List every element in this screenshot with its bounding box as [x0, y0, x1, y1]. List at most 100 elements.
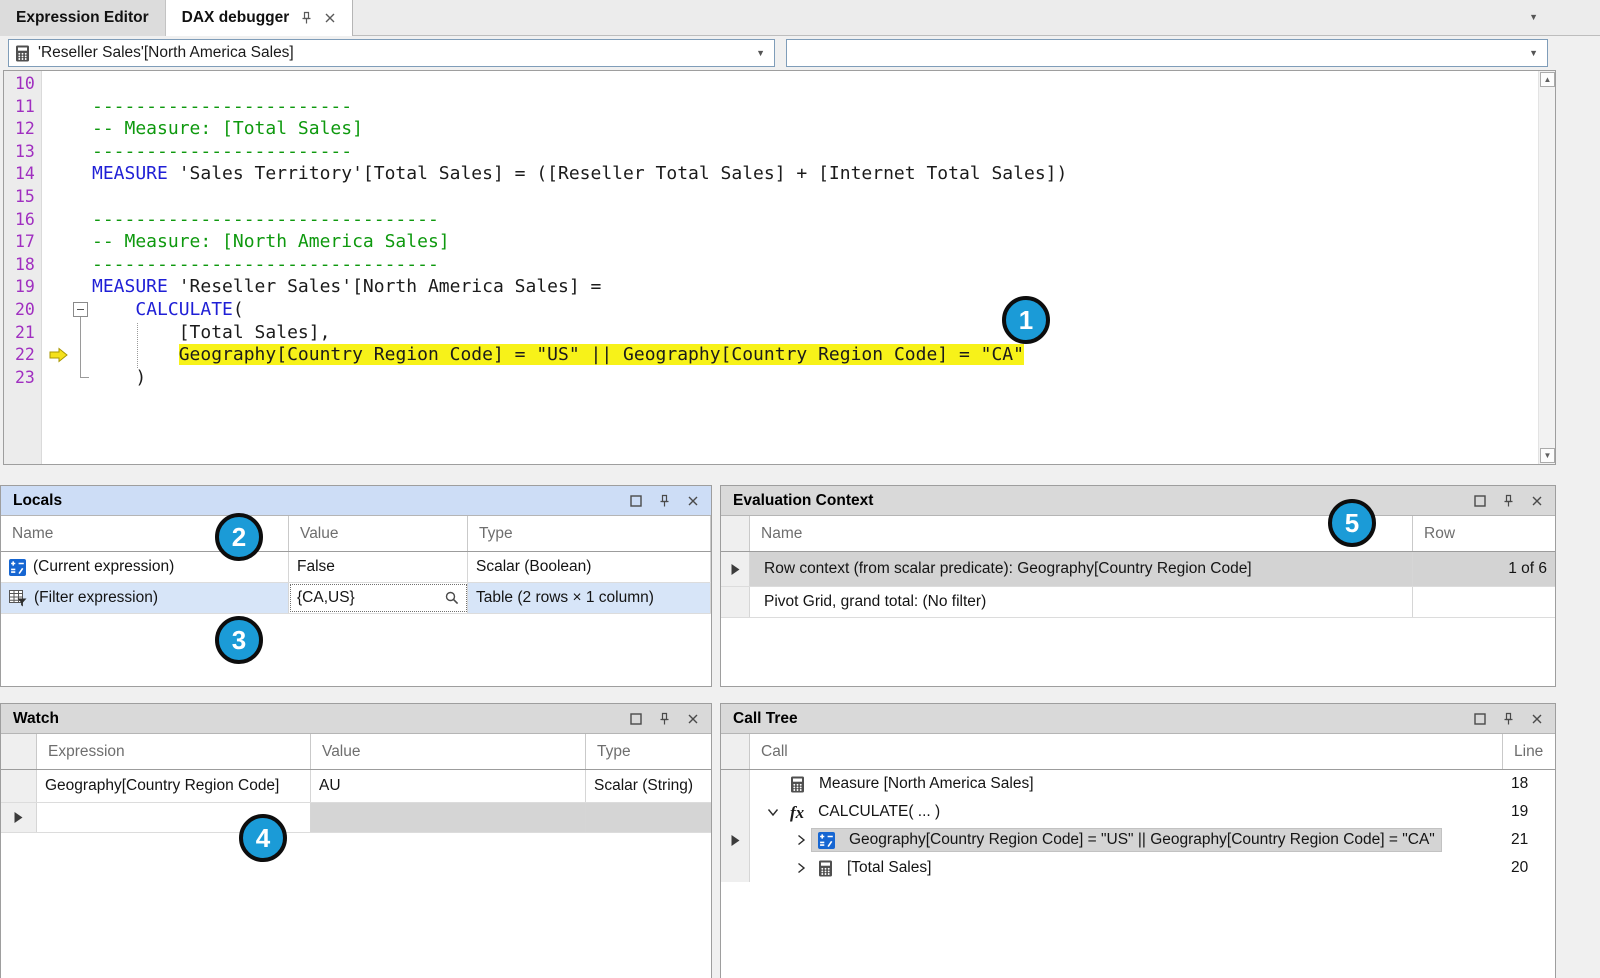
code-line: 20 CALCULATE( [4, 299, 1555, 322]
pin-icon[interactable] [658, 494, 671, 508]
row-marker-cell [721, 826, 750, 854]
call-cell: fxCALCULATE( ... ) [750, 798, 1503, 826]
locals-value-cell: False [289, 552, 468, 582]
pin-icon[interactable] [1502, 494, 1515, 508]
maximize-icon[interactable] [630, 495, 642, 507]
line-number[interactable]: 17 [4, 231, 42, 254]
line-number[interactable]: 10 [4, 73, 42, 96]
expression-selector[interactable]: 'Reseller Sales'[North America Sales] ▼ [8, 39, 775, 67]
gutter-zone [42, 209, 92, 232]
context-name-cell: Row context (from scalar predicate): Geo… [750, 552, 1413, 586]
row-marker-cell [721, 798, 750, 826]
line-number[interactable]: 12 [4, 118, 42, 141]
column-header[interactable]: Name [750, 516, 1413, 551]
maximize-icon[interactable] [1474, 495, 1486, 507]
watch-expression-cell[interactable]: Geography[Country Region Code] [37, 770, 311, 802]
maximize-icon[interactable] [630, 713, 642, 725]
call-entry[interactable]: [Total Sales] [812, 857, 937, 879]
line-number[interactable]: 22 [4, 344, 42, 367]
close-icon[interactable] [687, 713, 699, 725]
column-header[interactable]: Type [586, 734, 711, 769]
magnifier-icon[interactable] [445, 591, 459, 605]
pin-icon[interactable] [1502, 712, 1515, 726]
locals-value-cell[interactable]: {CA,US} [289, 583, 468, 613]
column-header[interactable]: Type [468, 516, 711, 551]
row-marker-cell [1, 803, 37, 832]
close-icon[interactable] [324, 12, 336, 24]
column-header[interactable]: Line [1503, 734, 1555, 769]
maximize-icon[interactable] [1474, 713, 1486, 725]
code-text: -------------------------------- [92, 209, 439, 232]
call-tree-row[interactable]: [Total Sales]20 [721, 854, 1555, 882]
line-number[interactable]: 11 [4, 96, 42, 119]
call-line-cell: 19 [1503, 798, 1555, 826]
row-marker-cell [721, 854, 750, 882]
pin-icon[interactable] [300, 11, 313, 25]
column-header[interactable]: Value [289, 516, 468, 551]
call-tree-titlebar: Call Tree [721, 704, 1555, 734]
line-number[interactable]: 14 [4, 163, 42, 186]
watch-row[interactable]: Geography[Country Region Code]AUScalar (… [1, 770, 711, 803]
callout-5: 5 [1328, 499, 1376, 547]
chevron-down-icon[interactable]: ▼ [1529, 48, 1541, 58]
tab-expression-editor[interactable]: Expression Editor [0, 0, 166, 36]
watch-value-cell: AU [311, 770, 586, 802]
code-token: ) [92, 367, 146, 388]
watch-row[interactable] [1, 803, 711, 833]
scroll-down-icon[interactable]: ▼ [1540, 448, 1555, 463]
line-number[interactable]: 16 [4, 209, 42, 232]
call-line-cell: 18 [1503, 770, 1555, 798]
callout-3: 3 [215, 616, 263, 664]
gutter-zone [42, 73, 92, 96]
call-tree-row[interactable]: Geography[Country Region Code] = "US" ||… [721, 826, 1555, 854]
line-number[interactable]: 19 [4, 276, 42, 299]
call-entry[interactable]: Geography[Country Region Code] = "US" ||… [812, 829, 1441, 851]
line-number[interactable]: 20 [4, 299, 42, 322]
locals-row[interactable]: (Current expression)FalseScalar (Boolean… [1, 552, 711, 583]
close-icon[interactable] [1531, 713, 1543, 725]
gutter-zone [42, 118, 92, 141]
chevron-down-icon[interactable]: ▼ [756, 48, 768, 58]
call-tree-row[interactable]: Measure [North America Sales] 18 [721, 770, 1555, 798]
close-icon[interactable] [687, 495, 699, 507]
watch-type-cell [586, 803, 711, 832]
line-number[interactable]: 13 [4, 141, 42, 164]
column-header[interactable]: Expression [37, 734, 311, 769]
call-tree-row[interactable]: fxCALCULATE( ... ) 19 [721, 798, 1555, 826]
chevron-right-icon[interactable] [790, 833, 812, 847]
evaluation-context-row[interactable]: Pivot Grid, grand total: (No filter) [721, 587, 1555, 618]
column-header[interactable]: Value [311, 734, 586, 769]
call-entry[interactable]: Measure [North America Sales] [784, 773, 1040, 795]
code-token: [Total Sales], [92, 322, 330, 343]
code-text: MEASURE 'Sales Territory'[Total Sales] =… [92, 163, 1067, 186]
code-token [92, 299, 135, 320]
locals-row[interactable]: (Filter expression){CA,US}Table (2 rows … [1, 583, 711, 614]
chevron-down-icon[interactable] [762, 805, 784, 819]
watch-value-cell [311, 803, 586, 832]
call-entry[interactable]: fxCALCULATE( ... ) [784, 801, 946, 823]
tab-strip: Expression Editor DAX debugger ▼ [0, 0, 1600, 36]
line-number[interactable]: 15 [4, 186, 42, 209]
evaluation-context-row[interactable]: Row context (from scalar predicate): Geo… [721, 552, 1555, 587]
watch-type-cell: Scalar (String) [586, 770, 711, 802]
secondary-selector[interactable]: ▼ [786, 39, 1548, 67]
fold-collapse-icon[interactable] [73, 302, 88, 317]
call-text: Geography[Country Region Code] = "US" ||… [849, 831, 1435, 849]
line-number[interactable]: 23 [4, 367, 42, 390]
scroll-up-icon[interactable]: ▲ [1540, 72, 1555, 87]
expression-icon [818, 832, 835, 849]
line-number[interactable]: 18 [4, 254, 42, 277]
column-header[interactable]: Call [750, 734, 1503, 769]
tab-list-chevron-icon[interactable]: ▼ [1529, 12, 1538, 22]
line-number[interactable]: 21 [4, 322, 42, 345]
locals-type-cell: Table (2 rows × 1 column) [468, 583, 711, 613]
editor-scrollbar[interactable]: ▲ ▼ [1538, 71, 1555, 464]
close-icon[interactable] [1531, 495, 1543, 507]
code-editor[interactable]: 1011------------------------12-- Measure… [3, 70, 1556, 465]
pin-icon[interactable] [658, 712, 671, 726]
chevron-right-icon[interactable] [790, 861, 812, 875]
code-text: MEASURE 'Reseller Sales'[North America S… [92, 276, 601, 299]
tab-dax-debugger[interactable]: DAX debugger [166, 0, 354, 36]
column-header[interactable]: Row [1413, 516, 1555, 551]
calculator-icon [15, 45, 30, 62]
